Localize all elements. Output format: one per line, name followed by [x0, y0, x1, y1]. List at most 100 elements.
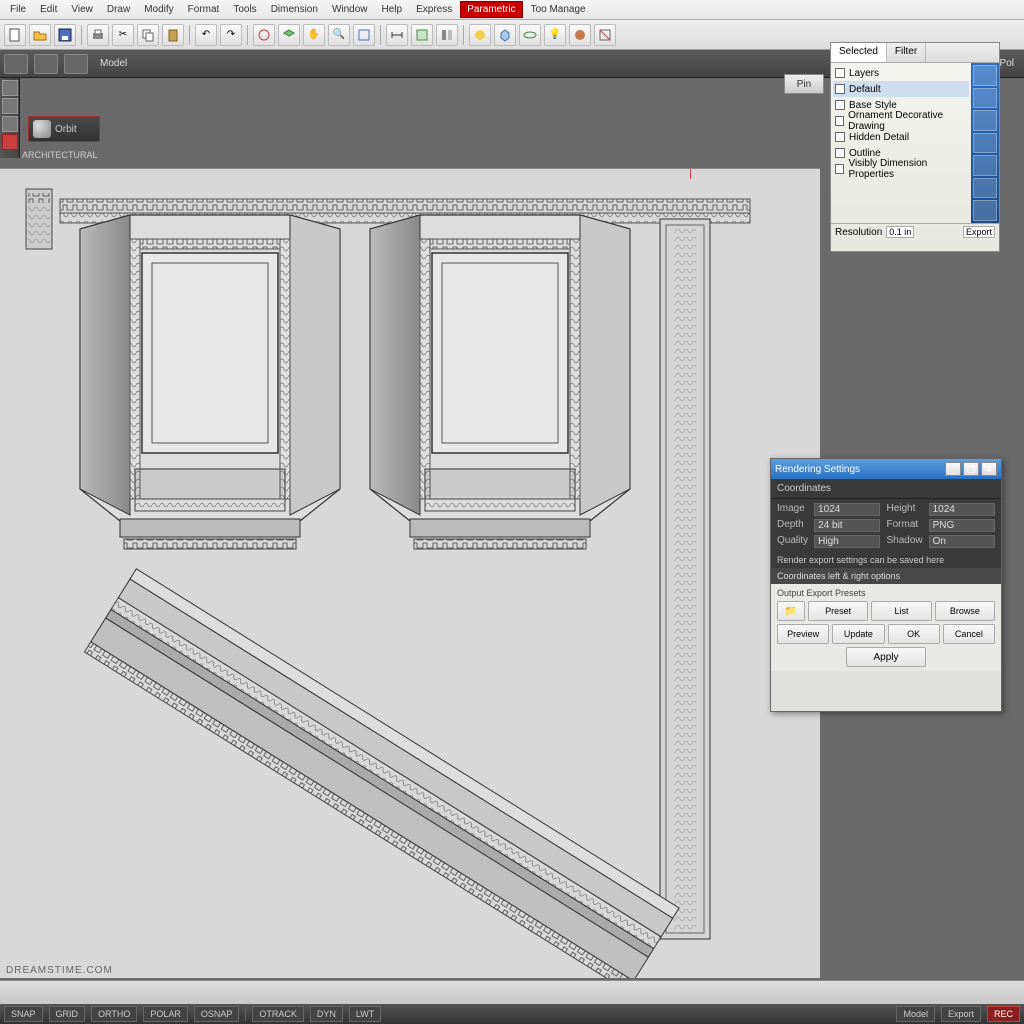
tb-redo[interactable]: ↷ [220, 24, 242, 46]
architectural-drawing [20, 179, 790, 978]
dlg-image[interactable]: 1024 [814, 503, 880, 516]
tb-area[interactable] [411, 24, 433, 46]
tb-3d[interactable] [494, 24, 516, 46]
panel-row-ornament[interactable]: Ornament Decorative Drawing [833, 113, 969, 129]
dialog-section-label: Coordinates [771, 479, 1001, 499]
section-line [690, 168, 691, 179]
tb-light[interactable]: 💡 [544, 24, 566, 46]
tb-dyn[interactable]: DYN [310, 1006, 343, 1022]
tb-orbit[interactable] [519, 24, 541, 46]
ic-hatch[interactable] [973, 133, 997, 154]
tb-ortho[interactable]: ORTHO [91, 1006, 137, 1022]
menu-draw[interactable]: Draw [101, 2, 136, 17]
ls-home[interactable] [2, 80, 18, 96]
ic-layer[interactable] [973, 65, 997, 86]
panel-tab-selected[interactable]: Selected [831, 43, 887, 62]
panel-foot-value[interactable]: 0.1 in [886, 226, 914, 238]
tb-zoom[interactable]: 🔍 [328, 24, 350, 46]
dlg-format[interactable]: PNG [929, 519, 995, 532]
ic-text[interactable] [973, 178, 997, 199]
tb-paste[interactable] [162, 24, 184, 46]
scissors-icon: ✂ [119, 29, 127, 40]
tb-grid[interactable]: GRID [49, 1006, 86, 1022]
dlg-shadow[interactable]: On [929, 535, 995, 548]
info-strip: ARCHITECTURAL [22, 150, 182, 164]
panel-row-visibly[interactable]: Visibly Dimension Properties [833, 161, 969, 177]
tb-model[interactable]: Model [896, 1006, 935, 1022]
dlg-ok[interactable]: OK [888, 624, 940, 644]
zoom-icon: 🔍 [333, 29, 345, 40]
left-toolstrip [0, 78, 20, 158]
ic-color[interactable] [973, 88, 997, 109]
tb-print[interactable] [87, 24, 109, 46]
dlg-browse[interactable]: Browse [935, 601, 995, 621]
dlg-depth[interactable]: 24 bit [814, 519, 880, 532]
sb-layers[interactable] [34, 54, 58, 74]
dlg-height[interactable]: 1024 [929, 503, 995, 516]
menu-modify[interactable]: Modify [138, 2, 179, 17]
menu-express[interactable]: Express [410, 2, 458, 17]
dlg-cancel[interactable]: Cancel [943, 624, 995, 644]
ic-block[interactable] [973, 200, 997, 221]
panel-foot-export[interactable]: Export [963, 226, 995, 238]
tb-copy[interactable] [137, 24, 159, 46]
tb-export[interactable]: Export [941, 1006, 981, 1022]
tb-section[interactable] [594, 24, 616, 46]
tb-pan[interactable]: ✋ [303, 24, 325, 46]
panel-row-layers[interactable]: Layers [833, 65, 969, 81]
dlg-apply[interactable]: Apply [846, 647, 926, 667]
tb-zoomext[interactable] [353, 24, 375, 46]
ic-line[interactable] [973, 110, 997, 131]
tb-otrack[interactable]: OTRACK [252, 1006, 304, 1022]
tb-match[interactable] [253, 24, 275, 46]
panel-list: Layers Default Base Style Ornament Decor… [831, 63, 971, 223]
menu-help[interactable]: Help [376, 2, 409, 17]
menu-tools[interactable]: Tools [227, 2, 262, 17]
tb-undo[interactable]: ↶ [195, 24, 217, 46]
menu-view[interactable]: View [65, 2, 99, 17]
tb-new[interactable] [4, 24, 26, 46]
tb-rec[interactable]: REC [987, 1006, 1020, 1022]
ls-layers[interactable] [2, 98, 18, 114]
tb-polar[interactable]: POLAR [143, 1006, 188, 1022]
menu-format[interactable]: Format [182, 2, 226, 17]
menu-dimension[interactable]: Dimension [265, 2, 324, 17]
tb-dist[interactable] [386, 24, 408, 46]
dlg-quality[interactable]: High [814, 535, 880, 548]
tb-save[interactable] [54, 24, 76, 46]
tb-snap[interactable]: SNAP [4, 1006, 43, 1022]
ls-record[interactable] [2, 134, 18, 150]
dialog-titlebar[interactable]: Rendering Settings _ ▢ ✕ [771, 459, 1001, 479]
menu-edit[interactable]: Edit [34, 2, 63, 17]
tb-osnap[interactable]: OSNAP [194, 1006, 240, 1022]
tb-mat[interactable] [569, 24, 591, 46]
pin-button[interactable]: Pin [784, 74, 824, 94]
dlg-list[interactable]: List [871, 601, 931, 621]
panel-tab-filter[interactable]: Filter [887, 43, 926, 62]
tb-open[interactable] [29, 24, 51, 46]
ic-dim[interactable] [973, 155, 997, 176]
tb-render[interactable] [469, 24, 491, 46]
ls-snap[interactable] [2, 116, 18, 132]
dlg-preview[interactable]: Preview [777, 624, 829, 644]
tb-cut[interactable]: ✂ [112, 24, 134, 46]
dialog-close[interactable]: ✕ [981, 462, 997, 476]
tb-layer[interactable] [278, 24, 300, 46]
orbit-tool-chip[interactable]: Orbit [28, 116, 100, 142]
dialog-max[interactable]: ▢ [963, 462, 979, 476]
dlg-folder-icon[interactable]: 📁 [777, 601, 805, 621]
panel-row-default[interactable]: Default [833, 81, 969, 97]
menu-parametric[interactable]: Parametric [460, 1, 522, 18]
menu-manage[interactable]: Too Manage [525, 2, 592, 17]
tb-props[interactable] [436, 24, 458, 46]
dialog-lower-title: Output Export Presets [777, 588, 995, 598]
dialog-min[interactable]: _ [945, 462, 961, 476]
menu-window[interactable]: Window [326, 2, 374, 17]
sb-view[interactable] [64, 54, 88, 74]
dlg-update[interactable]: Update [832, 624, 884, 644]
dlg-preset[interactable]: Preset [808, 601, 868, 621]
tb-lwt[interactable]: LWT [349, 1006, 381, 1022]
menu-file[interactable]: File [4, 2, 32, 17]
viewport[interactable] [0, 168, 820, 978]
sb-home[interactable] [4, 54, 28, 74]
